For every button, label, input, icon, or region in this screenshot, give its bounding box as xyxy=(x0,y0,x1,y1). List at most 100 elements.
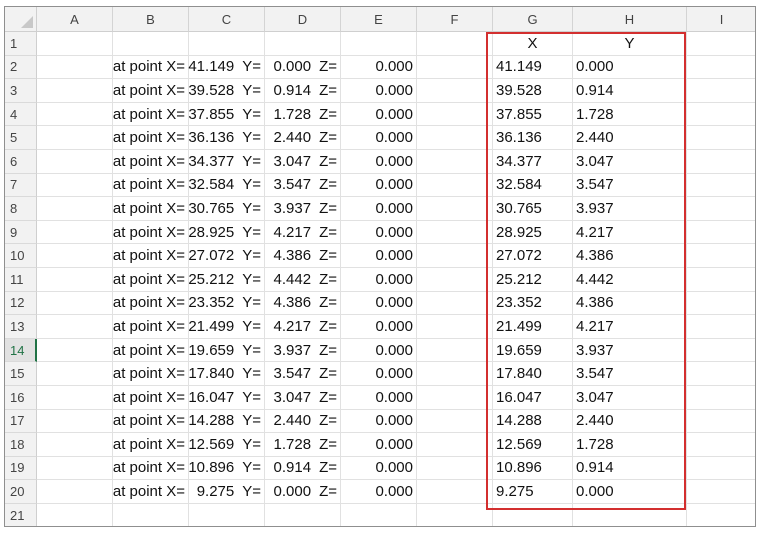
row-header-5[interactable]: 5 xyxy=(5,126,37,150)
cell-f18[interactable] xyxy=(417,433,493,457)
row-header-7[interactable]: 7 xyxy=(5,173,37,198)
cell-g5[interactable]: 36.136 xyxy=(493,126,573,150)
cell-h17[interactable]: 2.440 xyxy=(573,409,687,434)
cell-e4[interactable]: 0.000 xyxy=(341,102,417,127)
cell-e11[interactable]: 0.000 xyxy=(341,267,417,292)
cell-e10[interactable]: 0.000 xyxy=(341,244,417,268)
cell-d16[interactable]: 3.047 Z= xyxy=(265,385,341,410)
cell-c6[interactable]: 34.377 Y= xyxy=(188,149,265,174)
row-header-4[interactable]: 4 xyxy=(5,102,37,127)
cell-h3[interactable]: 0.914 xyxy=(573,79,687,103)
cell-c21[interactable] xyxy=(189,503,265,526)
cell-a5[interactable] xyxy=(37,126,113,150)
cell-d8[interactable]: 3.937 Z= xyxy=(265,197,341,221)
cell-e21[interactable] xyxy=(341,503,417,526)
cell-d2[interactable]: 0.000 Z= xyxy=(265,55,341,80)
cell-c1[interactable] xyxy=(189,32,265,56)
row-header-12[interactable]: 12 xyxy=(5,291,37,316)
cell-f20[interactable] xyxy=(417,480,493,504)
row-header-8[interactable]: 8 xyxy=(5,197,37,221)
row-header-11[interactable]: 11 xyxy=(5,267,37,292)
cell-d3[interactable]: 0.914 Z= xyxy=(265,79,341,103)
cell-h21[interactable] xyxy=(573,503,687,526)
cell-b9[interactable]: at point X= xyxy=(113,220,189,245)
cell-h2[interactable]: 0.000 xyxy=(573,55,687,80)
cell-a4[interactable] xyxy=(37,102,113,127)
cell-i12[interactable] xyxy=(687,292,755,316)
column-header-c[interactable]: C xyxy=(189,7,265,32)
cell-a18[interactable] xyxy=(37,433,113,457)
row-header-9[interactable]: 9 xyxy=(5,220,37,245)
cell-c3[interactable]: 39.528 Y= xyxy=(188,79,265,103)
cell-b14[interactable]: at point X= xyxy=(113,338,189,363)
cell-g18[interactable]: 12.569 xyxy=(493,433,573,457)
cell-e6[interactable]: 0.000 xyxy=(341,149,417,174)
cell-i10[interactable] xyxy=(687,244,755,268)
cell-b7[interactable]: at point X= xyxy=(113,173,189,198)
cell-e2[interactable]: 0.000 xyxy=(341,55,417,80)
cell-b6[interactable]: at point X= xyxy=(113,149,189,174)
cell-f13[interactable] xyxy=(417,315,493,339)
column-header-d[interactable]: D xyxy=(265,7,341,32)
cell-e9[interactable]: 0.000 xyxy=(341,220,417,245)
cell-g13[interactable]: 21.499 xyxy=(493,315,573,339)
cell-a9[interactable] xyxy=(37,220,113,245)
cell-h10[interactable]: 4.386 xyxy=(573,244,687,268)
cell-c13[interactable]: 21.499 Y= xyxy=(188,315,265,339)
cell-d13[interactable]: 4.217 Z= xyxy=(265,315,341,339)
cell-h13[interactable]: 4.217 xyxy=(573,315,687,339)
cell-e7[interactable]: 0.000 xyxy=(341,173,417,198)
cell-b2[interactable]: at point X= xyxy=(113,55,189,80)
cell-g19[interactable]: 10.896 xyxy=(493,456,573,481)
cell-c5[interactable]: 36.136 Y= xyxy=(188,126,265,150)
cell-d18[interactable]: 1.728 Z= xyxy=(265,433,341,457)
column-header-i[interactable]: I xyxy=(687,7,755,32)
cell-c11[interactable]: 25.212 Y= xyxy=(188,267,265,292)
cell-e13[interactable]: 0.000 xyxy=(341,315,417,339)
cell-h9[interactable]: 4.217 xyxy=(573,220,687,245)
cell-e17[interactable]: 0.000 xyxy=(341,409,417,434)
cell-g4[interactable]: 37.855 xyxy=(493,102,573,127)
cell-h7[interactable]: 3.547 xyxy=(573,173,687,198)
cell-i13[interactable] xyxy=(687,315,755,339)
row-header-6[interactable]: 6 xyxy=(5,149,37,174)
cell-g15[interactable]: 17.840 xyxy=(493,362,573,386)
cell-d6[interactable]: 3.047 Z= xyxy=(265,149,341,174)
cell-d15[interactable]: 3.547 Z= xyxy=(265,362,341,386)
cell-a20[interactable] xyxy=(37,480,113,504)
row-header-3[interactable]: 3 xyxy=(5,79,37,103)
select-all-corner[interactable] xyxy=(5,7,37,32)
cell-f7[interactable] xyxy=(417,173,493,198)
cell-d5[interactable]: 2.440 Z= xyxy=(265,126,341,150)
column-header-a[interactable]: A xyxy=(37,7,113,32)
cell-g21[interactable] xyxy=(493,503,573,526)
cell-h4[interactable]: 1.728 xyxy=(573,102,687,127)
cell-c10[interactable]: 27.072 Y= xyxy=(188,244,265,268)
cell-i11[interactable] xyxy=(687,268,755,292)
cell-f19[interactable] xyxy=(417,456,493,481)
cell-g2[interactable]: 41.149 xyxy=(493,55,573,80)
cell-g7[interactable]: 32.584 xyxy=(493,173,573,198)
column-header-g[interactable]: G xyxy=(493,7,573,32)
cell-a16[interactable] xyxy=(37,385,113,410)
cell-d1[interactable] xyxy=(265,32,341,56)
cell-a6[interactable] xyxy=(37,149,113,174)
cell-f12[interactable] xyxy=(417,291,493,316)
cell-b12[interactable]: at point X= xyxy=(113,291,189,316)
row-header-20[interactable]: 20 xyxy=(5,480,37,504)
row-header-10[interactable]: 10 xyxy=(5,244,37,268)
cell-i3[interactable] xyxy=(687,79,755,103)
row-header-13[interactable]: 13 xyxy=(5,315,37,339)
cell-i20[interactable] xyxy=(687,480,755,504)
cell-a1[interactable] xyxy=(37,32,113,56)
cell-a2[interactable] xyxy=(37,55,113,80)
cell-b1[interactable] xyxy=(113,32,189,56)
row-header-17[interactable]: 17 xyxy=(5,409,37,434)
row-header-18[interactable]: 18 xyxy=(5,433,37,457)
cell-i6[interactable] xyxy=(687,150,755,174)
cell-c4[interactable]: 37.855 Y= xyxy=(188,102,265,127)
cell-d10[interactable]: 4.386 Z= xyxy=(265,244,341,268)
cell-b4[interactable]: at point X= xyxy=(113,102,189,127)
cell-f5[interactable] xyxy=(417,126,493,150)
cell-b16[interactable]: at point X= xyxy=(113,385,189,410)
